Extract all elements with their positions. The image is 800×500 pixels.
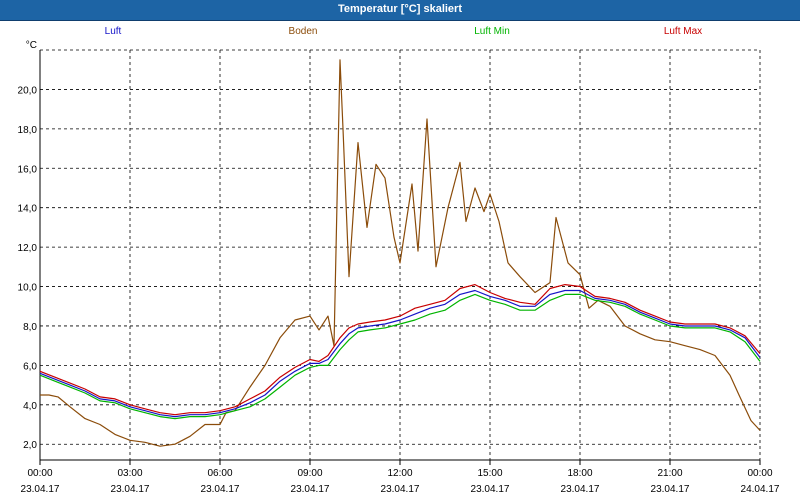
x-tick-time: 03:00 (117, 468, 142, 479)
x-tick-time: 12:00 (387, 468, 412, 479)
x-tick-date: 23.04.17 (381, 484, 420, 495)
x-tick-date: 23.04.17 (201, 484, 240, 495)
y-tick-label: 6,0 (23, 361, 37, 372)
y-axis-unit: °C (26, 40, 37, 51)
x-tick-date: 24.04.17 (741, 484, 780, 495)
temperature-chart: Luft Boden Luft Min Luft Max 2,0 4,0 6,0 8,0 10… (18, 26, 780, 495)
x-tick-time: 21:00 (657, 468, 682, 479)
y-tick-label: 20,0 (18, 85, 38, 96)
x-tick-date: 23.04.17 (471, 484, 510, 495)
y-tick-label: 4,0 (23, 401, 37, 412)
x-tick-time: 09:00 (297, 468, 322, 479)
x-tick-time: 00:00 (27, 468, 52, 479)
legend-entry-boden: Boden (289, 26, 318, 37)
x-tick-date: 23.04.17 (651, 484, 690, 495)
y-tick-label: 8,0 (23, 322, 37, 333)
legend-entry-luft-min: Luft Min (474, 26, 510, 37)
y-tick-label: 10,0 (18, 283, 38, 294)
window-title: Temperatur [°C] skaliert (337, 3, 462, 15)
x-tick-date: 23.04.17 (111, 484, 150, 495)
y-tick-label: 16,0 (18, 164, 38, 175)
x-tick-time: 18:00 (567, 468, 592, 479)
y-tick-label: 2,0 (23, 440, 37, 451)
x-tick-date: 23.04.17 (291, 484, 330, 495)
y-tick-label: 14,0 (18, 204, 38, 215)
legend-entry-luft: Luft (105, 26, 122, 37)
x-tick-date: 23.04.17 (561, 484, 600, 495)
x-tick-date: 23.04.17 (21, 484, 60, 495)
x-tick-time: 15:00 (477, 468, 502, 479)
x-tick-time: 06:00 (207, 468, 232, 479)
axes: 2,0 4,0 6,0 8,0 10,0 12,0 14,0 16,0 18,0 20,0 00:0… (18, 40, 780, 495)
legend: Luft Boden Luft Min Luft Max (105, 26, 703, 37)
chart-window: Temperatur [°C] skaliert Luft Boden Luft M… (0, 0, 800, 500)
grid (39, 49, 761, 460)
title-bar: Temperatur [°C] skaliert (0, 0, 800, 21)
legend-entry-luft-max: Luft Max (664, 26, 702, 37)
x-tick-time: 00:00 (747, 468, 772, 479)
y-tick-label: 12,0 (18, 243, 38, 254)
y-tick-label: 18,0 (18, 125, 38, 136)
